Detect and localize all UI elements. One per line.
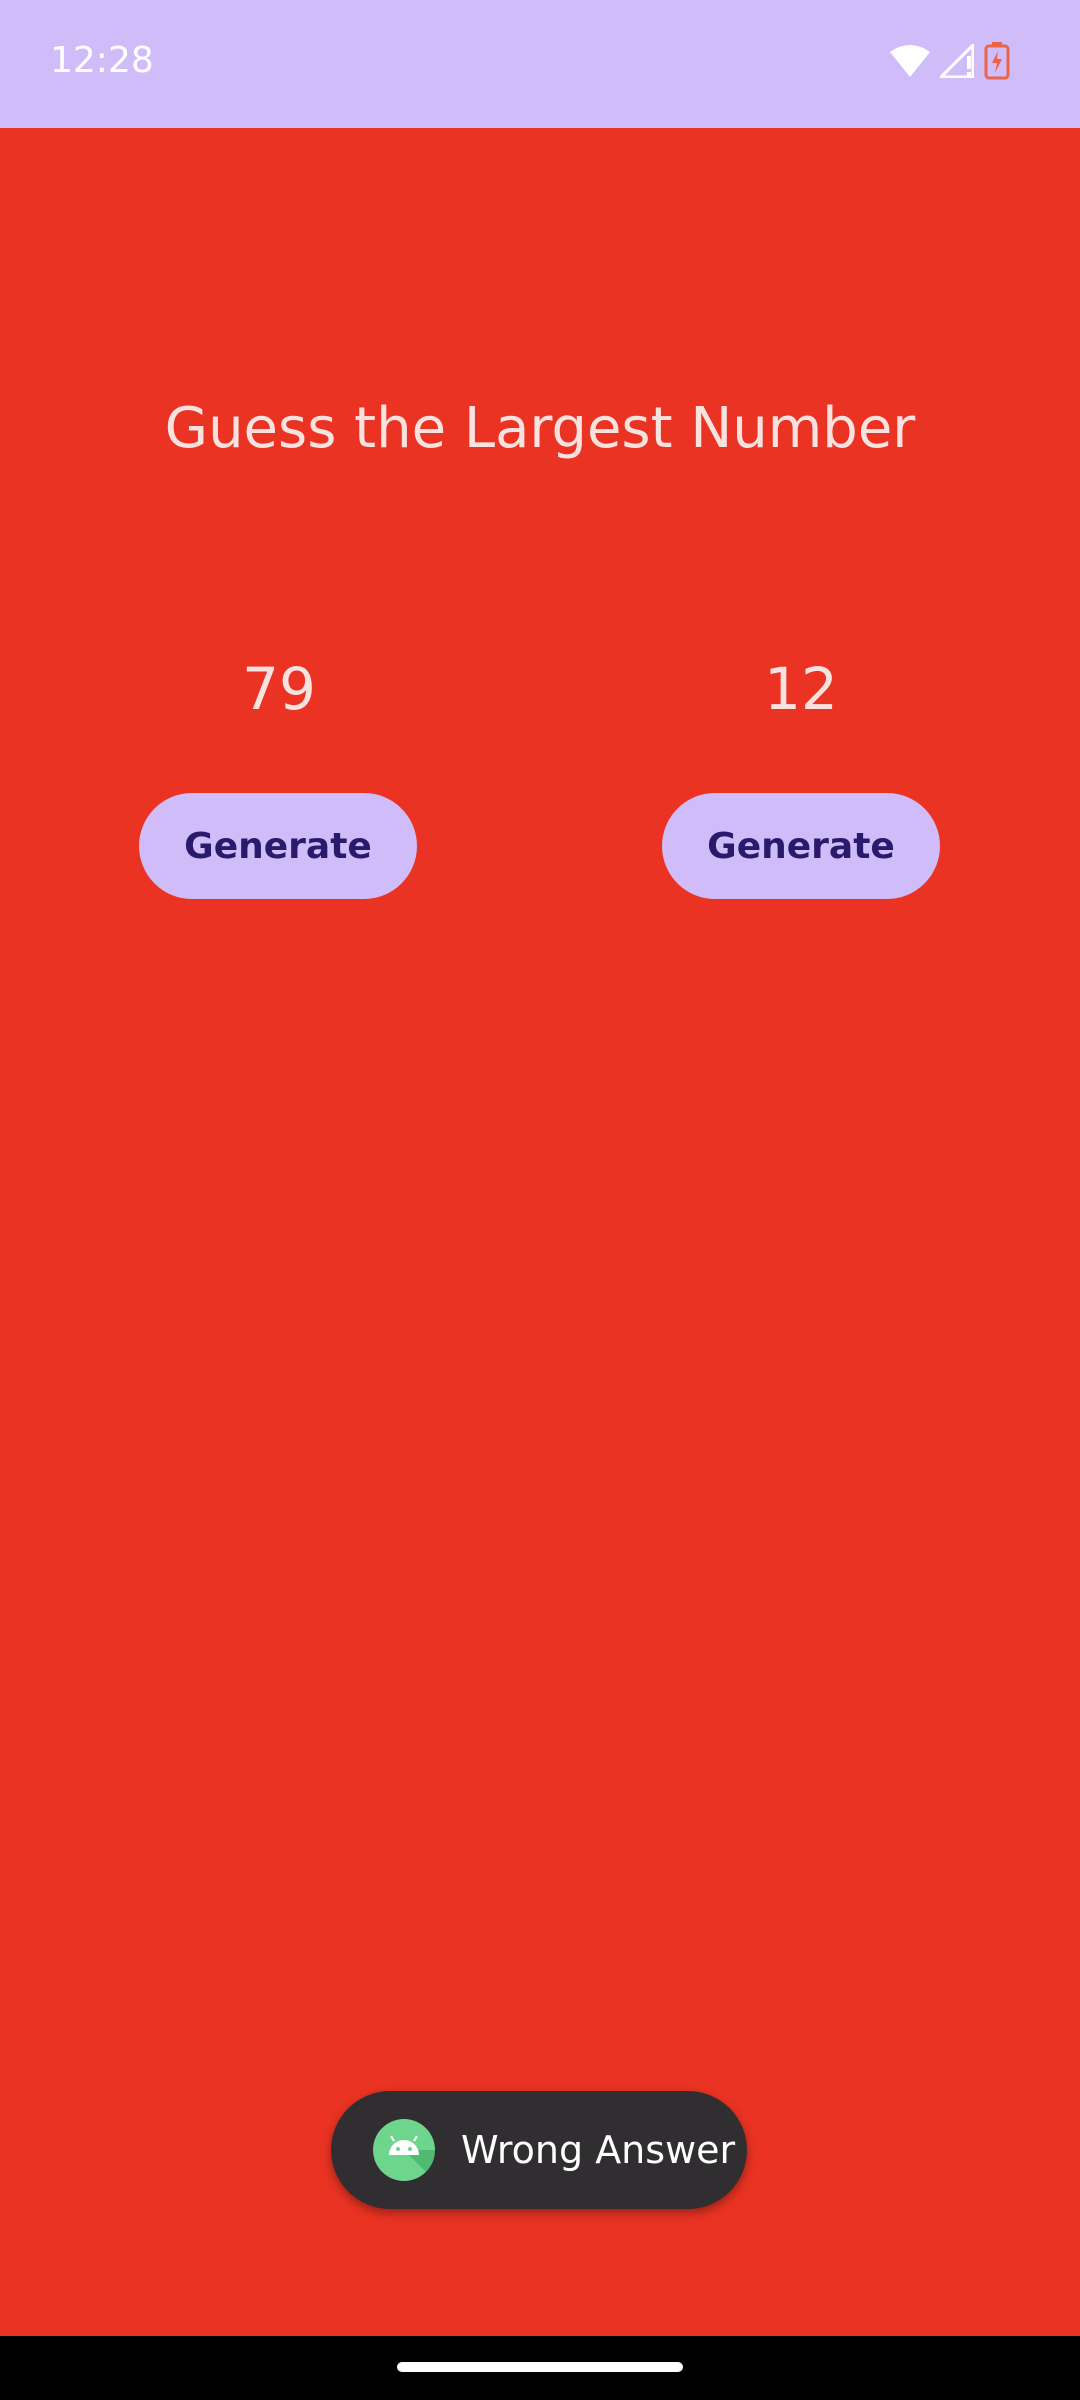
- generate-right-button[interactable]: Generate: [662, 793, 940, 899]
- home-gesture-handle[interactable]: [397, 2362, 683, 2372]
- toast: Wrong Answer: [331, 2091, 747, 2209]
- navigation-bar: [0, 2336, 1080, 2400]
- page-title: Guess the Largest Number: [164, 396, 916, 461]
- toast-message: Wrong Answer: [461, 2128, 736, 2172]
- app-screen: 12:28 Guess the Largest Number 79 12 Gen…: [0, 0, 1080, 2400]
- generate-left-button[interactable]: Generate: [139, 793, 417, 899]
- signal-icon: [940, 44, 974, 78]
- status-bar: 12:28: [0, 0, 1080, 128]
- battery-charging-icon: [984, 42, 1010, 80]
- right-number: 12: [764, 655, 838, 723]
- status-time: 12:28: [50, 40, 154, 81]
- left-number: 79: [242, 655, 316, 723]
- status-icons: [890, 42, 1010, 80]
- android-icon: [373, 2119, 435, 2181]
- wifi-icon: [890, 45, 930, 77]
